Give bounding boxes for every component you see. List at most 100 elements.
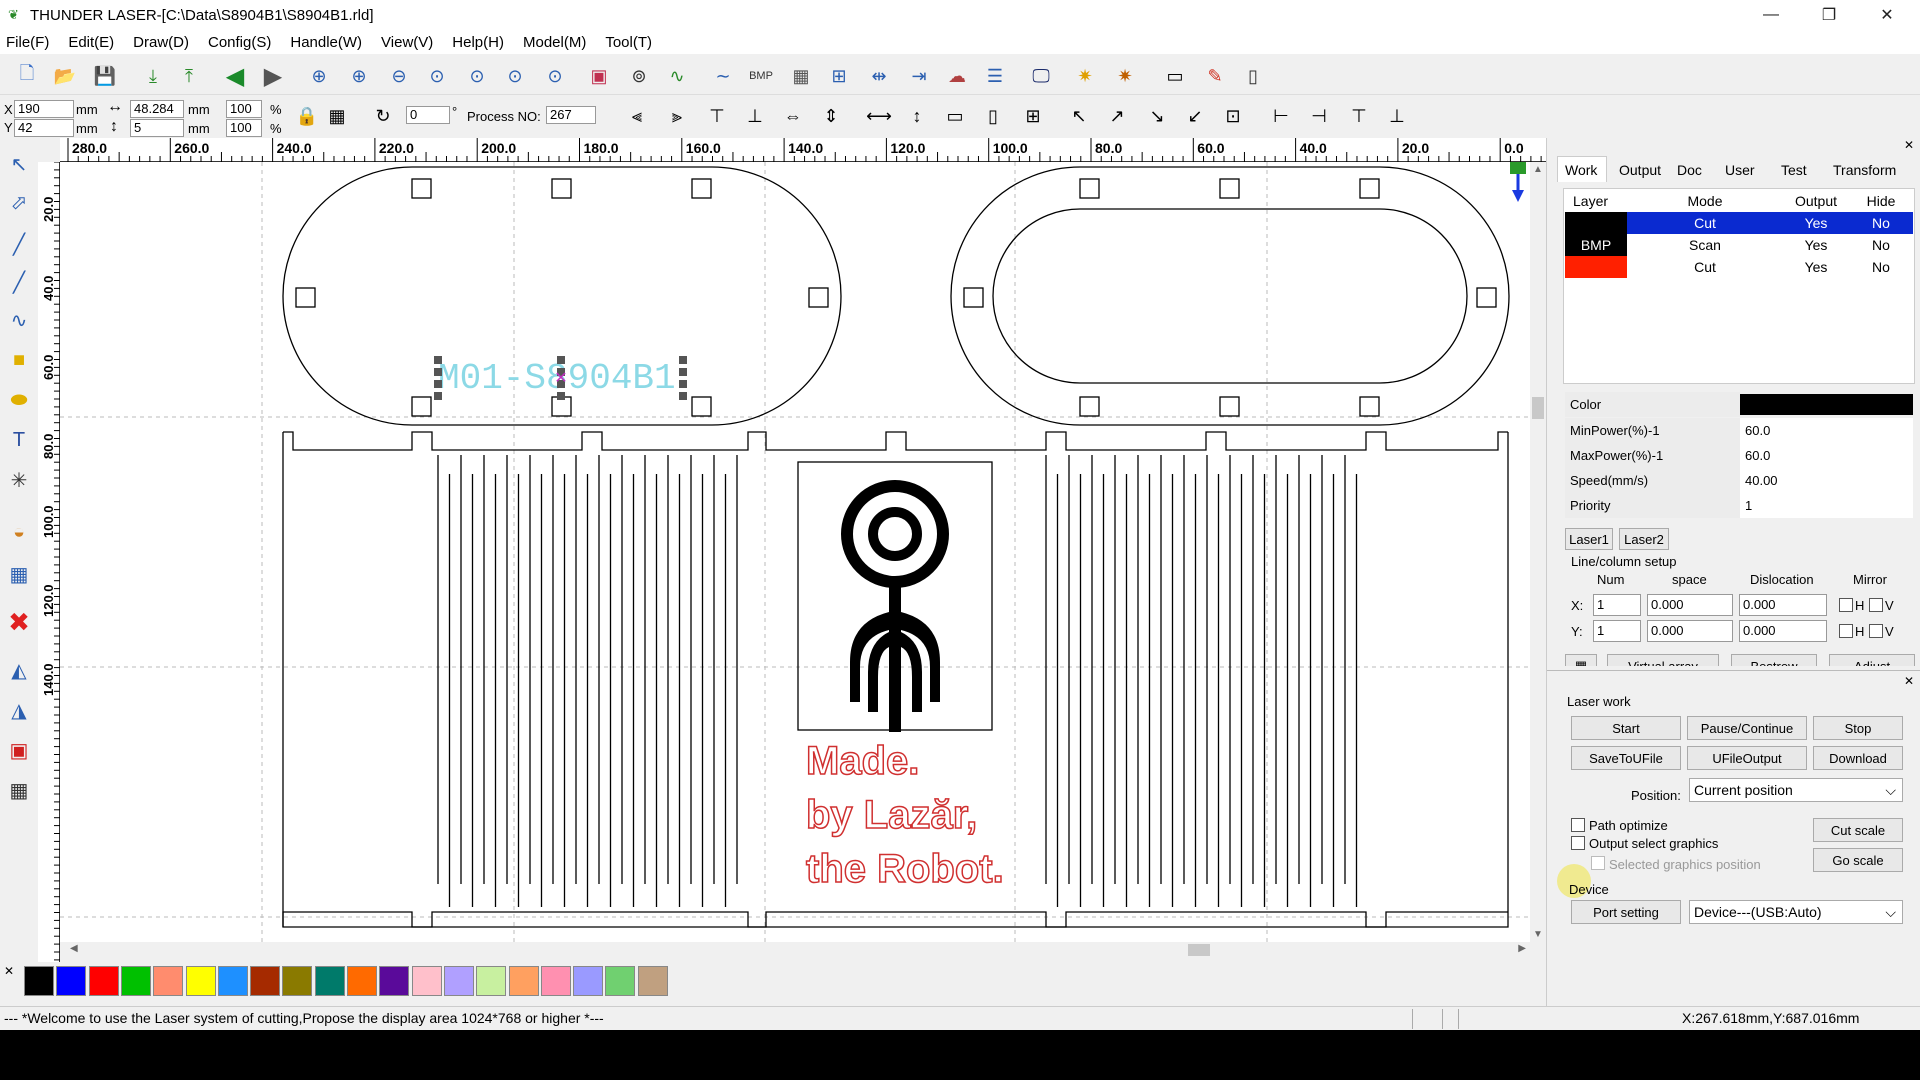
center-h-icon[interactable]: ⇔ [780,103,806,129]
tab-transform[interactable]: Transform [1833,162,1896,178]
prop-minpower-value[interactable]: 60.0 [1740,418,1913,443]
projector-icon[interactable]: ▭ [1162,63,1188,89]
move-center-icon[interactable]: ⊡ [1220,103,1246,129]
color-swatch[interactable] [443,966,474,996]
laser-pen-icon[interactable]: ✎ [1202,63,1228,89]
undo-icon[interactable]: ◀ [222,63,248,90]
color-swatch[interactable] [24,966,54,996]
color-swatch[interactable] [88,966,119,996]
dock-bottom-icon[interactable]: ⊥ [1384,103,1410,129]
dock-top-icon[interactable]: ⊤ [1346,103,1372,129]
prop-maxpower[interactable]: MaxPower(%)-1 60.0 [1565,443,1913,468]
dock-left-icon[interactable]: ⊢ [1268,103,1294,129]
palette-close-icon[interactable]: ✕ [4,964,14,978]
ellipse-tool-icon[interactable]: ⬬ [5,386,33,414]
port-setting-button[interactable]: Port setting [1571,900,1681,924]
color-swatch[interactable] [314,966,345,996]
color-swatch[interactable] [476,966,507,996]
anchor-grid-icon[interactable]: ▦ [324,103,350,129]
go-scale-button[interactable]: Go scale [1813,848,1903,872]
color-swatch[interactable] [605,966,636,996]
tab-user[interactable]: User [1725,162,1755,178]
color-swatch[interactable] [411,966,442,996]
path-optimize-checkbox[interactable] [1571,818,1585,832]
zoom-all-icon[interactable]: ⊙ [542,63,568,89]
x-num-input[interactable]: 1 [1593,594,1641,616]
frame-icon[interactable]: ▦ [788,63,814,89]
tab-work[interactable]: Work [1565,162,1597,178]
save-icon[interactable]: 💾 [92,63,118,89]
cut-scale-button[interactable]: Cut scale [1813,818,1903,842]
vertical-scrollbar[interactable]: ▲ ▼ [1530,162,1546,942]
color-swatch[interactable] [56,966,87,996]
horizontal-scrollbar[interactable]: ◀ ▶ [60,942,1530,958]
tab-output[interactable]: Output [1619,162,1661,178]
point-tool-icon[interactable]: ✳ [5,466,33,494]
minimize-button[interactable]: — [1742,0,1800,30]
x-input[interactable]: 190 [14,100,74,118]
export-icon[interactable]: ⤒ [176,63,202,89]
distribute-icon[interactable]: ⇹ [866,63,892,89]
same-height-icon[interactable]: ↕ [904,103,930,129]
tab-test[interactable]: Test [1781,162,1807,178]
virtual-array-button[interactable]: Virtual array [1607,654,1719,666]
group-icon[interactable]: ⊞ [826,63,852,89]
image-tool-icon[interactable]: ▣ [5,736,33,764]
polyline-tool-icon[interactable]: ╱ [5,268,33,296]
prop-priority-value[interactable]: 1 [1740,493,1913,518]
scale-w-input[interactable]: 100 [226,100,262,118]
y-mirror-h-checkbox[interactable] [1839,624,1853,638]
panel-close-icon[interactable]: ✕ [1904,138,1914,152]
layer-list-icon[interactable]: ☰ [982,63,1008,89]
move-top-left-icon[interactable]: ↖ [1066,103,1092,129]
menu-help[interactable]: Help(H) [452,34,504,51]
stop-button[interactable]: Stop [1813,716,1903,740]
selected-position-checkbox[interactable] [1591,856,1605,870]
color-swatch[interactable] [573,966,604,996]
bestrew-button[interactable]: Bestrew [1731,654,1817,666]
align-left-icon[interactable]: ⫷ [624,103,650,129]
center-icon[interactable]: ⊞ [1020,103,1046,129]
layer-hide[interactable]: No [1849,234,1913,256]
zoom-window-icon[interactable]: ⊙ [502,63,528,89]
same-size-icon[interactable]: ▭ [942,103,968,129]
prop-maxpower-value[interactable]: 60.0 [1740,443,1913,468]
ruler-icon[interactable]: ▯ [1240,63,1266,89]
color-swatch[interactable] [282,966,313,996]
align-icon[interactable]: ⇥ [906,63,932,89]
ufile-output-button[interactable]: UFileOutput [1687,746,1807,770]
menu-file[interactable]: File(F) [6,34,49,51]
pause-continue-button[interactable]: Pause/Continue [1687,716,1807,740]
y-space-input[interactable]: 0.000 [1647,620,1733,642]
x-mirror-h-checkbox[interactable] [1839,598,1853,612]
menu-handle[interactable]: Handle(W) [290,34,362,51]
color-swatch[interactable] [637,966,668,996]
tab-laser1[interactable]: Laser1 [1565,528,1613,550]
prop-speed-value[interactable]: 40.00 [1740,468,1913,493]
curve-tool-icon[interactable]: ∿ [5,306,33,334]
y-num-input[interactable]: 1 [1593,620,1641,642]
color-swatch[interactable] [347,966,377,996]
device-select[interactable]: Device---(USB:Auto) ⌵ [1689,900,1903,924]
download-button[interactable]: Download [1813,746,1903,770]
align-right-icon[interactable]: ⫸ [664,103,690,129]
layer-mode[interactable]: Cut [1627,212,1783,234]
bmp-icon[interactable]: BMP [748,63,774,89]
menu-tool[interactable]: Tool(T) [605,34,652,51]
smooth-icon[interactable]: ∼ [710,63,736,89]
dock-right-icon[interactable]: ⊣ [1306,103,1332,129]
layer-mode[interactable]: Scan [1627,234,1783,256]
prop-minpower[interactable]: MinPower(%)-1 60.0 [1565,418,1913,443]
rotate-icon[interactable]: ↻ [370,103,396,129]
layer-output[interactable]: Yes [1783,234,1849,256]
text-tool-icon[interactable]: T [5,426,33,454]
same-width-icon[interactable]: ⟷ [866,103,892,129]
rectangle-tool-icon[interactable]: ■ [5,346,33,374]
new-file-icon[interactable]: 🗋 [14,63,40,89]
prop-color[interactable]: Color [1565,392,1913,417]
color-swatch[interactable] [185,966,216,996]
laserwork-close-icon[interactable]: ✕ [1904,674,1914,688]
layer-mode[interactable]: Cut [1627,256,1783,278]
prop-priority[interactable]: Priority 1 [1565,493,1913,518]
angle-input[interactable]: 0 [406,106,450,124]
